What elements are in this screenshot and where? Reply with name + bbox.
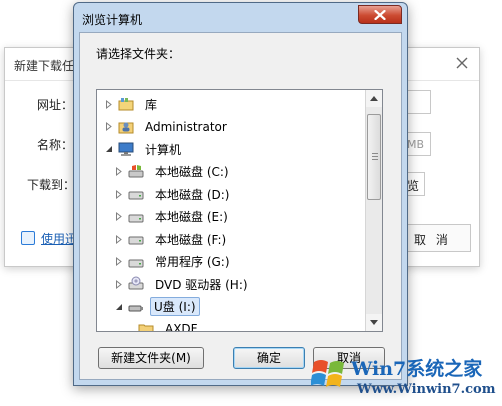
dialog-title: 浏览计算机 <box>82 13 143 27</box>
hard-drive-icon <box>128 209 144 225</box>
tree-scrollbar[interactable] <box>365 90 382 331</box>
save-to-label: 下载到： <box>27 178 76 192</box>
cancel-download-button[interactable]: 取 消 <box>407 224 471 252</box>
arrow-down-icon <box>370 320 378 325</box>
tree-item-label: U盘 (I:) <box>150 297 200 316</box>
tree-item[interactable]: 本地磁盘 (E:) <box>114 206 233 228</box>
windows-logo-icon <box>311 360 344 387</box>
close-icon[interactable] <box>455 56 469 70</box>
tree-item[interactable]: 常用程序 (G:) <box>114 251 235 273</box>
url-label: 网址： <box>37 98 74 112</box>
collapsed-arrow-icon[interactable] <box>104 99 114 109</box>
tree-item[interactable]: 本地磁盘 (C:) <box>114 161 234 183</box>
tree-item[interactable]: 计算机 <box>104 138 186 160</box>
cancel-download-label: 取 消 <box>414 233 451 247</box>
usb-drive-icon <box>128 299 144 315</box>
scroll-down-button[interactable] <box>366 314 382 331</box>
url-input[interactable] <box>407 90 431 114</box>
dvd-drive-icon <box>128 276 144 292</box>
hard-drive-icon <box>128 231 144 247</box>
watermark-brand: Win7系统之家 <box>351 358 483 380</box>
tree-item-label: 本地磁盘 (F:) <box>155 232 227 247</box>
arrow-up-icon <box>370 96 378 101</box>
folder-icon <box>138 321 154 331</box>
close-icon <box>374 9 386 20</box>
watermark-url: Www.Winwin7.com <box>357 382 496 397</box>
tree-item-label: 常用程序 (G:) <box>155 255 230 269</box>
new-download-title: 新建下载任 <box>14 59 75 73</box>
size-unit: MB <box>407 132 431 156</box>
collapsed-arrow-icon[interactable] <box>104 122 114 132</box>
dialog-body: 请选择文件夹： 库 Administrator 计算机本地磁盘 (C:) 本地磁盘 (… <box>79 32 402 380</box>
collapsed-arrow-icon[interactable] <box>114 212 124 222</box>
watermark: Win7系统之家 Www.Winwin7.com <box>305 348 502 406</box>
collapsed-arrow-icon[interactable] <box>114 167 124 177</box>
help-icon <box>21 231 35 245</box>
expanded-arrow-icon[interactable] <box>104 144 114 154</box>
tree-item[interactable]: 本地磁盘 (D:) <box>114 183 234 205</box>
folder-prompt: 请选择文件夹： <box>96 47 181 61</box>
system-drive-icon <box>128 164 144 180</box>
scroll-thumb[interactable] <box>367 114 381 200</box>
tree-item[interactable]: 库 <box>104 93 162 115</box>
collapsed-arrow-icon[interactable] <box>114 234 124 244</box>
collapsed-arrow-icon[interactable] <box>114 189 124 199</box>
tree-item-label: 计算机 <box>145 142 182 157</box>
folder-tree[interactable]: 库 Administrator 计算机本地磁盘 (C:) 本地磁盘 (D:) 本地磁盘 … <box>96 89 383 332</box>
tree-item-label: DVD 驱动器 (H:) <box>155 277 248 292</box>
hard-drive-icon <box>128 254 144 270</box>
collapsed-arrow-icon[interactable] <box>114 257 124 267</box>
collapsed-arrow-icon[interactable] <box>114 279 124 289</box>
tree-item-label: 本地磁盘 (E:) <box>155 210 228 224</box>
tree-item[interactable]: 本地磁盘 (F:) <box>114 228 231 250</box>
tree-item-label: 本地磁盘 (C:) <box>155 165 229 179</box>
computer-icon <box>118 141 134 157</box>
dialog-close-button[interactable] <box>358 5 402 24</box>
ok-button[interactable]: 确定 <box>233 347 305 369</box>
tree-item-label: 本地磁盘 (D:) <box>155 187 230 202</box>
tree-item[interactable]: AXDF <box>124 318 203 332</box>
tree-item[interactable]: U盘 (I:) <box>114 296 200 318</box>
browse-computer-dialog: 浏览计算机 请选择文件夹： 库 Administrator 计算机本地磁盘 (C:)… <box>73 2 408 386</box>
expanded-arrow-icon[interactable] <box>114 302 124 312</box>
tree-item-label: 库 <box>145 97 158 112</box>
scroll-up-button[interactable] <box>366 90 382 107</box>
help-link[interactable]: 使用迅 <box>41 230 75 247</box>
hard-drive-icon <box>128 186 144 202</box>
tree-item[interactable]: DVD 驱动器 (H:) <box>114 273 253 295</box>
name-label: 名称： <box>37 138 74 152</box>
library-icon <box>118 96 134 112</box>
tree-item-label: Administrator <box>145 119 227 134</box>
user-folder-icon <box>118 119 134 135</box>
tree-item-label: AXDF <box>165 322 198 332</box>
new-folder-button[interactable]: 新建文件夹(M) <box>98 347 204 369</box>
browse-button[interactable]: 览 <box>407 172 425 196</box>
tree-item[interactable]: Administrator <box>104 116 232 138</box>
